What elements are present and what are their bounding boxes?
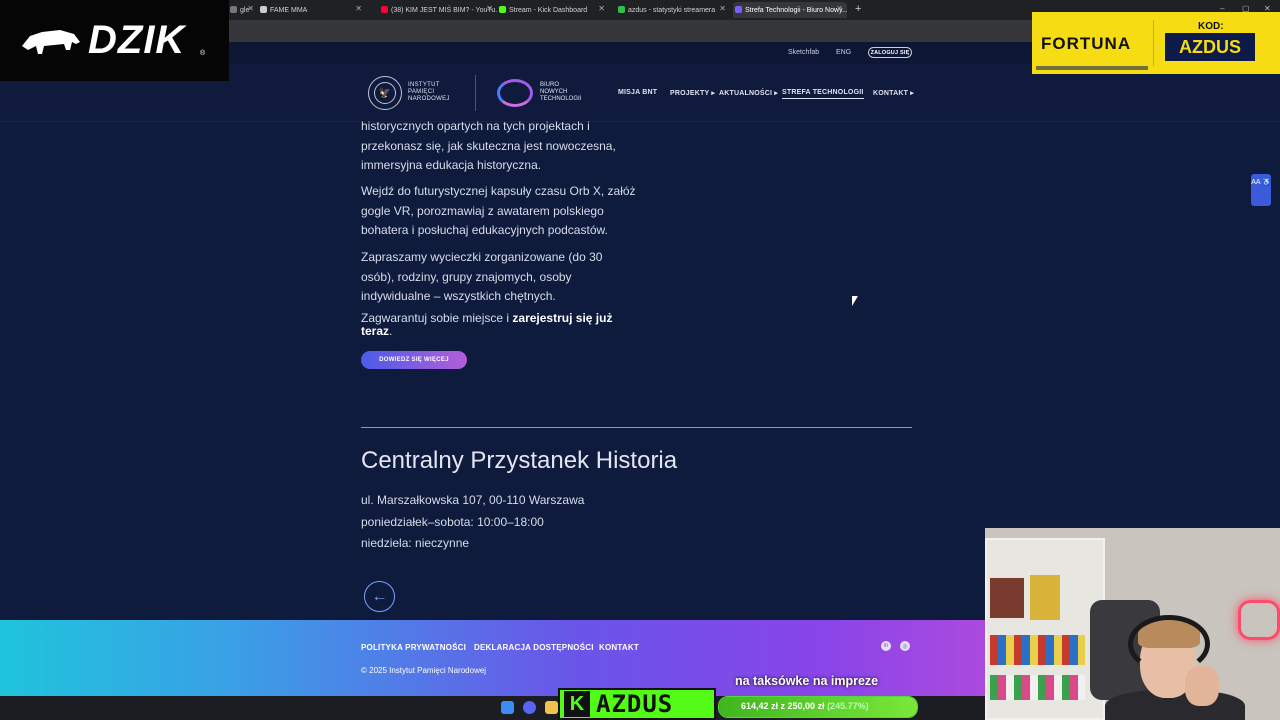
tab-label: (38) KIM JEST MIŚ BIM? - YouTu... [391, 6, 497, 14]
shelf-item [1030, 575, 1060, 620]
promo-code-label: KOD: [1198, 21, 1224, 32]
tab-label: Strefa Technologii - Biuro Nowy... [745, 6, 847, 14]
tab-favicon-icon [381, 6, 388, 13]
bnt-logo-text: BIURO NOWYCH TECHNOLOGII [540, 82, 582, 102]
bnt-logo-icon[interactable] [497, 79, 533, 107]
fortuna-divider [1153, 20, 1154, 66]
instagram-icon[interactable]: ◎ [900, 641, 910, 651]
shelf-cans [990, 675, 1085, 700]
fortuna-disclaimer-strip [1036, 66, 1148, 70]
fortuna-logo: FORTUNA [1041, 34, 1132, 53]
footer-contact-link[interactable]: KONTAKT [599, 643, 639, 652]
language-switch[interactable]: ENG [836, 49, 851, 56]
ipn-logo[interactable]: 🦅 [368, 76, 402, 110]
footer-accessibility-link[interactable]: DEKLARACJA DOSTĘPNOŚCI [474, 643, 594, 652]
paragraph-groups: Zapraszamy wycieczki zorganizowane (do 3… [361, 250, 603, 303]
tab-label: FAME MMA [270, 6, 308, 14]
tab-close-icon[interactable]: ✕ [598, 4, 605, 13]
browser-tab[interactable]: Stream - Kick Dashboard ✕ [497, 2, 609, 18]
nav-aktualnosci[interactable]: AKTUALNOŚCI ▸ [719, 89, 778, 97]
tab-favicon-icon [499, 6, 506, 13]
browser-tab[interactable]: (38) KIM JEST MIŚ BIM? - YouTu... ✕ [379, 2, 497, 18]
dzik-logo-text: DZIK [88, 18, 186, 62]
mouse-cursor [852, 296, 858, 306]
location-title: Centralny Przystanek Historia [361, 447, 678, 474]
discord-icon[interactable] [523, 701, 536, 714]
opening-hours-sunday: niedziela: nieczynne [361, 536, 470, 550]
browser-tab[interactable]: gle ✕ [228, 2, 258, 18]
headset-icon [1128, 615, 1210, 673]
tab-favicon-icon [260, 6, 267, 13]
tab-label: azdus - statystyki streamera [628, 6, 716, 14]
nav-projekty[interactable]: PROJEKTY ▸ [670, 89, 715, 97]
browser-tab[interactable]: FAME MMA ✕ [258, 2, 366, 18]
kick-logo-icon: K [564, 691, 590, 717]
nav-misja-bnt[interactable]: MISJA BNT [618, 89, 657, 96]
location-address: ul. Marszałkowska 107, 00-110 Warszawa [361, 493, 585, 507]
tab-close-icon[interactable]: ✕ [247, 4, 254, 13]
learn-more-button[interactable]: DOWIEDZ SIĘ WIĘCEJ [361, 351, 467, 369]
nav-kontakt[interactable]: KONTAKT ▸ [873, 89, 914, 97]
windows-start-icon[interactable] [501, 701, 514, 714]
kick-channel-badge: K AZDUS [558, 688, 716, 720]
login-button[interactable]: ZALOGUJ SIĘ [868, 47, 912, 58]
paragraph-register: Zagwarantuj sobie miejsce i zarejestruj … [361, 311, 613, 338]
linkedin-icon[interactable]: in [881, 641, 891, 651]
tab-favicon-icon [618, 6, 625, 13]
tab-close-icon[interactable]: ✕ [719, 4, 726, 13]
footer-privacy-link[interactable]: POLITYKA PRYWATNOŚCI [361, 643, 466, 652]
logo-divider [475, 75, 476, 111]
back-arrow-icon[interactable]: ← [364, 581, 395, 612]
footer-copyright: © 2025 Instytut Pamięci Narodowej [361, 666, 487, 675]
ipn-logo-text: INSTYTUT PAMIĘCI NARODOWEJ [408, 82, 450, 102]
nav-strefa-technologii[interactable]: STREFA TECHNOLOGII [782, 89, 864, 99]
promo-code: AZDUS [1165, 33, 1255, 61]
donation-goal-label: 614,42 zł z 250,00 zł (245.77%) [741, 701, 869, 711]
streamer-hand [1185, 666, 1219, 706]
opening-hours-weekdays: poniedziałek–sobota: 10:00–18:00 [361, 515, 544, 529]
tab-close-icon[interactable]: ✕ [486, 4, 493, 13]
tab-close-icon[interactable]: ✕ [836, 4, 843, 13]
tab-label: Stream - Kick Dashboard [509, 6, 588, 14]
kick-channel-name: AZDUS [596, 690, 674, 718]
accessibility-icon[interactable]: AA ♿ [1251, 174, 1271, 206]
paragraph-intro: historycznych opartych na tych projektac… [361, 119, 616, 172]
browser-tab[interactable]: Strefa Technologii - Biuro Nowy... ✕ [733, 2, 847, 18]
shelf-cans [990, 635, 1085, 665]
neon-sign [1238, 600, 1280, 640]
tab-close-icon[interactable]: ✕ [355, 4, 362, 13]
eagle-icon: 🦅 [374, 82, 396, 104]
browser-tab[interactable]: azdus - statystyki streamera ✕ [616, 2, 730, 18]
shelf-item [990, 578, 1024, 618]
paragraph-orb-x: Wejdź do futurystycznej kapsuły czasu Or… [361, 184, 636, 237]
tab-favicon-icon [735, 6, 742, 13]
section-divider [361, 427, 912, 428]
donation-goal-title: na taksówke na impreze [735, 674, 879, 688]
sketchfab-link[interactable]: Sketchfab [788, 49, 819, 56]
registered-mark: ® [200, 50, 206, 57]
boar-icon [22, 30, 80, 54]
tab-favicon-icon [230, 6, 237, 13]
file-explorer-icon[interactable] [545, 701, 558, 714]
new-tab-button[interactable]: + [855, 3, 861, 15]
